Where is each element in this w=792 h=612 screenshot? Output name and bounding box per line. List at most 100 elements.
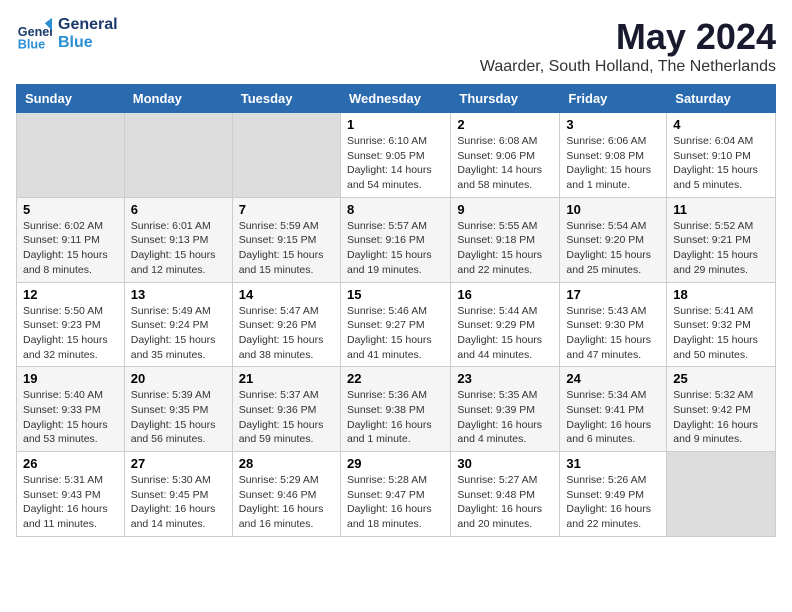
day-info: Sunrise: 6:01 AMSunset: 9:13 PMDaylight:… xyxy=(131,219,226,278)
day-number: 15 xyxy=(347,287,444,302)
day-number: 18 xyxy=(673,287,769,302)
calendar-cell: 2Sunrise: 6:08 AMSunset: 9:06 PMDaylight… xyxy=(451,113,560,198)
day-info: Sunrise: 5:37 AMSunset: 9:36 PMDaylight:… xyxy=(239,388,334,447)
day-info: Sunrise: 6:02 AMSunset: 9:11 PMDaylight:… xyxy=(23,219,118,278)
day-info: Sunrise: 5:47 AMSunset: 9:26 PMDaylight:… xyxy=(239,304,334,363)
day-number: 8 xyxy=(347,202,444,217)
day-info: Sunrise: 6:06 AMSunset: 9:08 PMDaylight:… xyxy=(566,134,660,193)
day-number: 26 xyxy=(23,456,118,471)
calendar-cell: 18 Sunrise: 5:41 AMSunset: 9:32 PMDayligh… xyxy=(667,282,776,367)
calendar-cell xyxy=(124,113,232,198)
day-info: Sunrise: 6:04 AMSunset: 9:10 PMDaylight:… xyxy=(673,134,769,193)
weekday-header-row: SundayMondayTuesdayWednesdayThursdayFrid… xyxy=(17,85,776,113)
day-info: Sunrise: 5:50 AMSunset: 9:23 PMDaylight:… xyxy=(23,304,118,363)
day-number: 20 xyxy=(131,371,226,386)
calendar-cell: 11Sunrise: 5:52 AMSunset: 9:21 PMDayligh… xyxy=(667,197,776,282)
day-number: 10 xyxy=(566,202,660,217)
calendar-cell: 28 Sunrise: 5:29 AMSunset: 9:46 PMDayligh… xyxy=(232,452,340,537)
day-number: 31 xyxy=(566,456,660,471)
svg-text:Blue: Blue xyxy=(18,37,45,51)
day-info: Sunrise: 5:59 AMSunset: 9:15 PMDaylight:… xyxy=(239,219,334,278)
weekday-header-friday: Friday xyxy=(560,85,667,113)
day-number: 11 xyxy=(673,202,769,217)
calendar-cell: 24 Sunrise: 5:34 AMSunset: 9:41 PMDayligh… xyxy=(560,367,667,452)
day-number: 7 xyxy=(239,202,334,217)
day-number: 5 xyxy=(23,202,118,217)
day-info: Sunrise: 5:49 AMSunset: 9:24 PMDaylight:… xyxy=(131,304,226,363)
calendar-cell xyxy=(17,113,125,198)
calendar-cell: 5 Sunrise: 6:02 AMSunset: 9:11 PMDaylight… xyxy=(17,197,125,282)
day-number: 2 xyxy=(457,117,553,132)
title-section: May 2024 Waarder, South Holland, The Net… xyxy=(480,16,776,76)
day-number: 14 xyxy=(239,287,334,302)
page-header: General Blue General Blue May 2024 Waard… xyxy=(16,16,776,76)
weekday-header-wednesday: Wednesday xyxy=(340,85,450,113)
calendar-cell: 7 Sunrise: 5:59 AMSunset: 9:15 PMDaylight… xyxy=(232,197,340,282)
day-number: 1 xyxy=(347,117,444,132)
day-number: 25 xyxy=(673,371,769,386)
calendar-cell xyxy=(667,452,776,537)
calendar-cell: 10 Sunrise: 5:54 AMSunset: 9:20 PMDayligh… xyxy=(560,197,667,282)
calendar-cell: 9 Sunrise: 5:55 AMSunset: 9:18 PMDaylight… xyxy=(451,197,560,282)
weekday-header-sunday: Sunday xyxy=(17,85,125,113)
day-info: Sunrise: 5:27 AMSunset: 9:48 PMDaylight:… xyxy=(457,473,553,532)
day-info: Sunrise: 5:40 AMSunset: 9:33 PMDaylight:… xyxy=(23,388,118,447)
calendar-cell: 13 Sunrise: 5:49 AMSunset: 9:24 PMDayligh… xyxy=(124,282,232,367)
day-number: 6 xyxy=(131,202,226,217)
calendar-week-row: 19 Sunrise: 5:40 AMSunset: 9:33 PMDayligh… xyxy=(17,367,776,452)
day-info: Sunrise: 5:41 AMSunset: 9:32 PMDaylight:… xyxy=(673,304,769,363)
calendar-cell: 8 Sunrise: 5:57 AMSunset: 9:16 PMDaylight… xyxy=(340,197,450,282)
day-info: Sunrise: 5:54 AMSunset: 9:20 PMDaylight:… xyxy=(566,219,660,278)
day-number: 21 xyxy=(239,371,334,386)
calendar-cell: 19 Sunrise: 5:40 AMSunset: 9:33 PMDayligh… xyxy=(17,367,125,452)
day-info: Sunrise: 5:46 AMSunset: 9:27 PMDaylight:… xyxy=(347,304,444,363)
month-title: May 2024 xyxy=(480,16,776,58)
calendar-cell: 31 Sunrise: 5:26 AMSunset: 9:49 PMDayligh… xyxy=(560,452,667,537)
day-info: Sunrise: 5:34 AMSunset: 9:41 PMDaylight:… xyxy=(566,388,660,447)
day-info: Sunrise: 6:10 AMSunset: 9:05 PMDaylight:… xyxy=(347,134,444,193)
day-info: Sunrise: 5:30 AMSunset: 9:45 PMDaylight:… xyxy=(131,473,226,532)
day-number: 17 xyxy=(566,287,660,302)
calendar-cell xyxy=(232,113,340,198)
calendar-week-row: 1 Sunrise: 6:10 AMSunset: 9:05 PMDaylight… xyxy=(17,113,776,198)
day-info: Sunrise: 5:57 AMSunset: 9:16 PMDaylight:… xyxy=(347,219,444,278)
logo-text-line1: General xyxy=(58,16,118,34)
logo: General Blue General Blue xyxy=(16,16,118,52)
weekday-header-saturday: Saturday xyxy=(667,85,776,113)
calendar-cell: 17Sunrise: 5:43 AMSunset: 9:30 PMDayligh… xyxy=(560,282,667,367)
calendar-cell: 29Sunrise: 5:28 AMSunset: 9:47 PMDayligh… xyxy=(340,452,450,537)
calendar-cell: 26 Sunrise: 5:31 AMSunset: 9:43 PMDayligh… xyxy=(17,452,125,537)
calendar-cell: 16Sunrise: 5:44 AMSunset: 9:29 PMDayligh… xyxy=(451,282,560,367)
calendar-cell: 6 Sunrise: 6:01 AMSunset: 9:13 PMDaylight… xyxy=(124,197,232,282)
day-info: Sunrise: 5:36 AMSunset: 9:38 PMDaylight:… xyxy=(347,388,444,447)
calendar-cell: 22 Sunrise: 5:36 AMSunset: 9:38 PMDayligh… xyxy=(340,367,450,452)
day-number: 28 xyxy=(239,456,334,471)
day-number: 30 xyxy=(457,456,553,471)
location-title: Waarder, South Holland, The Netherlands xyxy=(480,58,776,76)
day-number: 9 xyxy=(457,202,553,217)
day-info: Sunrise: 5:31 AMSunset: 9:43 PMDaylight:… xyxy=(23,473,118,532)
day-info: Sunrise: 5:39 AMSunset: 9:35 PMDaylight:… xyxy=(131,388,226,447)
calendar-table: SundayMondayTuesdayWednesdayThursdayFrid… xyxy=(16,84,776,537)
day-info: Sunrise: 5:55 AMSunset: 9:18 PMDaylight:… xyxy=(457,219,553,278)
day-number: 4 xyxy=(673,117,769,132)
calendar-cell: 23Sunrise: 5:35 AMSunset: 9:39 PMDayligh… xyxy=(451,367,560,452)
day-number: 3 xyxy=(566,117,660,132)
calendar-week-row: 12Sunrise: 5:50 AMSunset: 9:23 PMDayligh… xyxy=(17,282,776,367)
day-number: 13 xyxy=(131,287,226,302)
day-info: Sunrise: 5:26 AMSunset: 9:49 PMDaylight:… xyxy=(566,473,660,532)
day-number: 22 xyxy=(347,371,444,386)
calendar-cell: 3 Sunrise: 6:06 AMSunset: 9:08 PMDaylight… xyxy=(560,113,667,198)
calendar-cell: 21 Sunrise: 5:37 AMSunset: 9:36 PMDayligh… xyxy=(232,367,340,452)
calendar-cell: 20 Sunrise: 5:39 AMSunset: 9:35 PMDayligh… xyxy=(124,367,232,452)
calendar-cell: 14 Sunrise: 5:47 AMSunset: 9:26 PMDayligh… xyxy=(232,282,340,367)
day-number: 16 xyxy=(457,287,553,302)
day-info: Sunrise: 5:29 AMSunset: 9:46 PMDaylight:… xyxy=(239,473,334,532)
calendar-cell: 12Sunrise: 5:50 AMSunset: 9:23 PMDayligh… xyxy=(17,282,125,367)
weekday-header-tuesday: Tuesday xyxy=(232,85,340,113)
day-number: 29 xyxy=(347,456,444,471)
day-number: 24 xyxy=(566,371,660,386)
calendar-cell: 25 Sunrise: 5:32 AMSunset: 9:42 PMDayligh… xyxy=(667,367,776,452)
day-number: 19 xyxy=(23,371,118,386)
day-info: Sunrise: 5:32 AMSunset: 9:42 PMDaylight:… xyxy=(673,388,769,447)
